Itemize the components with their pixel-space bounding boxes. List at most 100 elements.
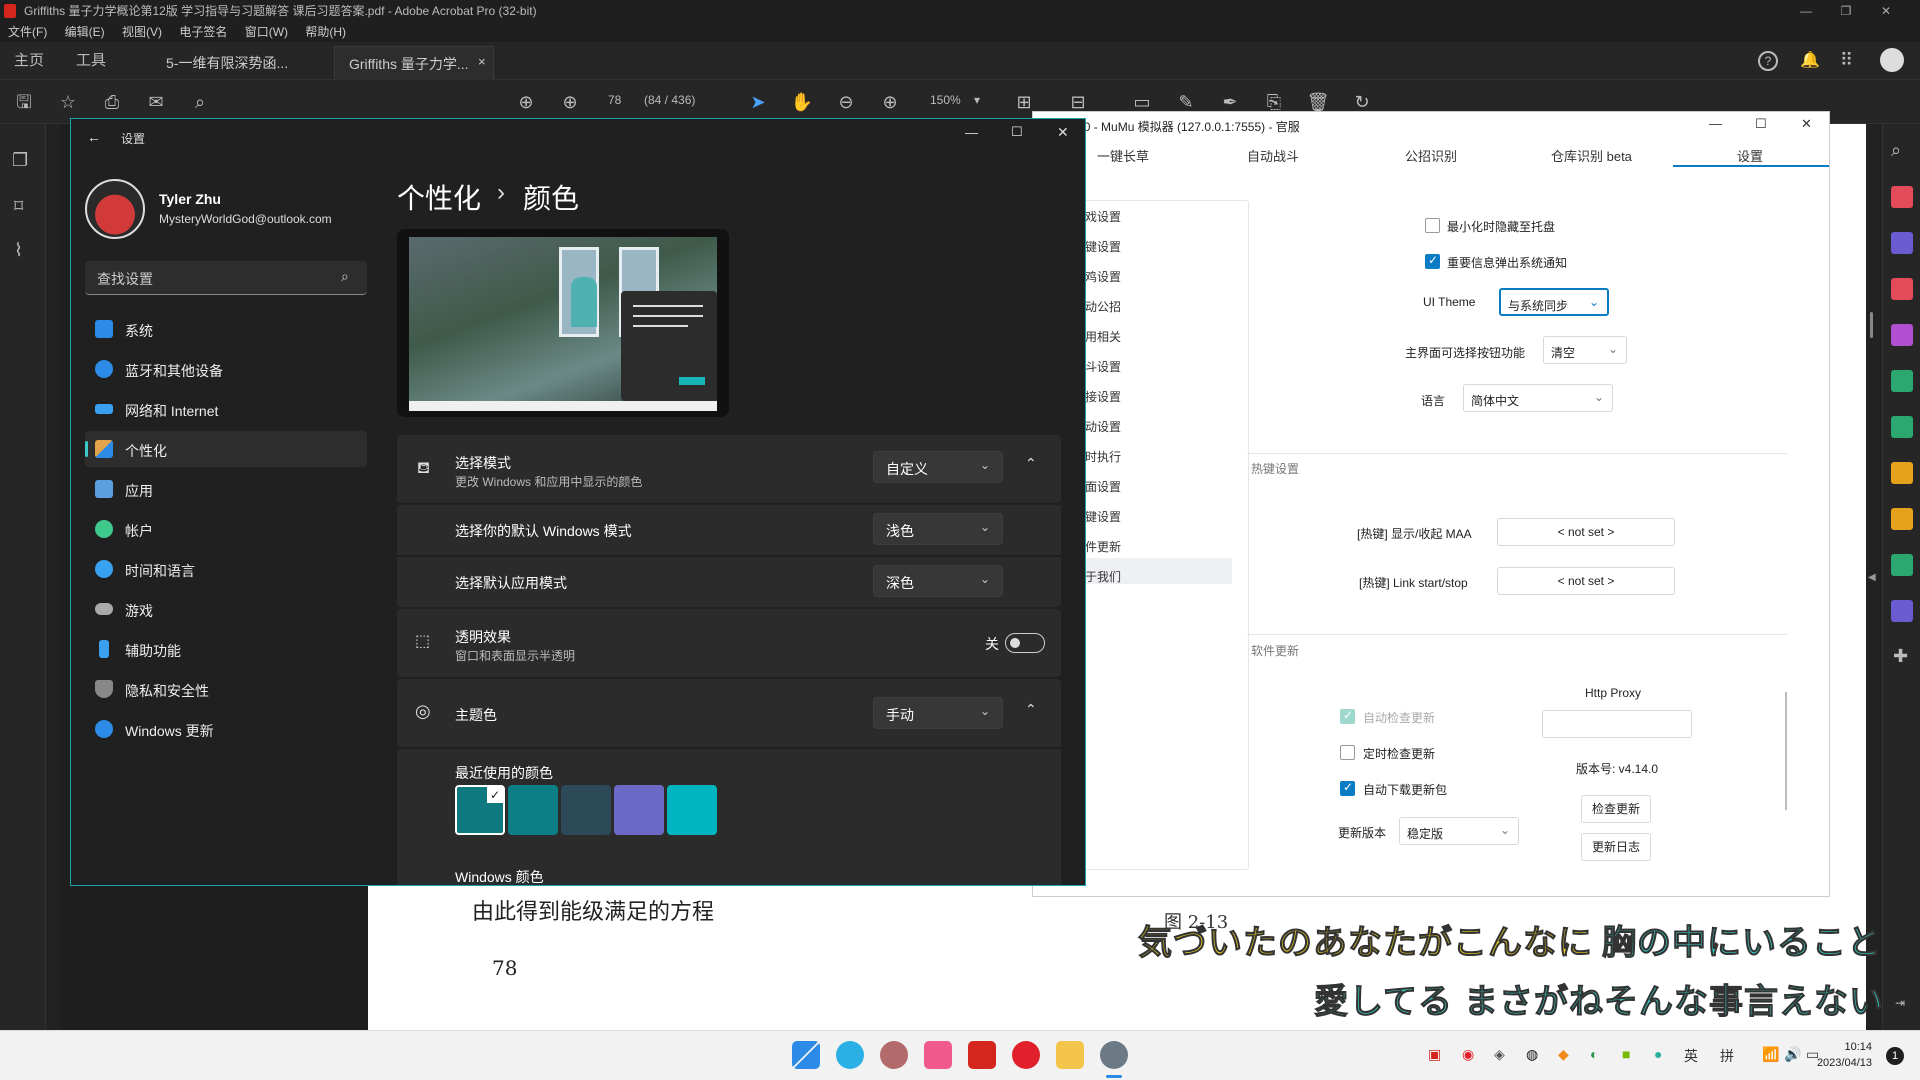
ui-theme-select[interactable]: 与系统同步 ⌄ [1499, 288, 1609, 316]
windows-mode-select[interactable]: 浅色 ⌄ [873, 513, 1003, 545]
menu-edit[interactable]: 编辑(E) [65, 25, 105, 39]
pages-icon[interactable]: ❐ [12, 150, 28, 171]
clock-time[interactable]: 10:14 [1818, 1041, 1872, 1053]
protect-icon[interactable] [1891, 600, 1913, 622]
menu-window[interactable]: 窗口(W) [245, 25, 288, 39]
close-icon[interactable]: ✕ [1866, 0, 1906, 22]
sidebar-item-accessibility[interactable]: 辅助功能 [85, 631, 367, 667]
tray-netease-icon[interactable]: ◉ [1462, 1046, 1474, 1063]
scrollbar-thumb[interactable] [1870, 312, 1873, 338]
menu-esign[interactable]: 电子签名 [179, 25, 227, 39]
zoom-out-icon[interactable]: ⊖ [834, 90, 858, 114]
tray-nvidia-icon[interactable]: ■ [1622, 1046, 1630, 1062]
tab-doc-1[interactable]: 5-一维有限深势函... [152, 46, 316, 80]
settings-maximize-icon[interactable]: ☐ [1011, 124, 1023, 140]
settings-minimize-icon[interactable]: — [965, 125, 978, 140]
maa-side-item[interactable]: 键设置 [1085, 508, 1121, 525]
fill-sign-icon[interactable] [1891, 324, 1913, 346]
maa-tab-depot[interactable]: 仓库识别 beta [1551, 146, 1632, 165]
maa-side-item[interactable]: 于我们 [1085, 568, 1121, 585]
maximize-icon[interactable]: ❐ [1826, 0, 1866, 22]
sidebar-item-privacy[interactable]: 隐私和安全性 [85, 671, 367, 707]
save-icon[interactable]: 🖫 [12, 90, 36, 114]
ime-mode-1[interactable]: 英 [1684, 1046, 1698, 1066]
bell-icon[interactable]: 🔔 [1800, 50, 1820, 70]
sidebar-item-system[interactable]: 系统 [85, 311, 367, 347]
app-weather-icon[interactable] [836, 1041, 864, 1069]
color-swatch[interactable] [561, 785, 611, 835]
menu-view[interactable]: 视图(V) [122, 25, 162, 39]
tray-maa-icon[interactable]: ◈ [1494, 1046, 1505, 1063]
app-acrobat-icon[interactable] [968, 1041, 996, 1069]
attachment-icon[interactable]: ⌇ [14, 240, 23, 261]
organize-pages-icon[interactable] [1891, 278, 1913, 300]
sidebar-item-bluetooth[interactable]: 蓝牙和其他设备 [85, 351, 367, 387]
comment-tool-icon[interactable] [1891, 508, 1913, 530]
tray-qq-icon[interactable]: ◍ [1526, 1046, 1538, 1063]
apps-grid-icon[interactable]: ⠿ [1840, 50, 1853, 71]
convert-icon[interactable] [1891, 462, 1913, 484]
proxy-input[interactable] [1542, 710, 1692, 738]
tab-tools[interactable]: 工具 [62, 42, 120, 80]
avatar[interactable] [1880, 48, 1904, 72]
check-update-button[interactable]: 检查更新 [1581, 795, 1651, 823]
auto-check-checkbox[interactable] [1340, 708, 1355, 724]
ime-mode-2[interactable]: 拼 [1720, 1046, 1734, 1066]
update-log-button[interactable]: 更新日志 [1581, 833, 1651, 861]
maa-side-item[interactable]: 键设置 [1085, 238, 1121, 255]
start-windows-icon[interactable] [792, 1041, 820, 1069]
print-icon[interactable]: ⎙ [100, 90, 124, 114]
zoom-search-icon[interactable]: ⌕ [1891, 140, 1901, 161]
auto-download-checkbox[interactable] [1340, 780, 1355, 796]
maa-side-item[interactable]: 戏设置 [1085, 208, 1121, 225]
tray-bilibili-icon[interactable]: ▣ [1428, 1046, 1441, 1063]
notification-badge[interactable]: 1 [1886, 1047, 1904, 1065]
selectable-select[interactable]: 清空 ⌄ [1543, 336, 1627, 364]
chevron-up-icon[interactable]: ⌃ [1025, 701, 1037, 718]
maa-side-item[interactable]: 面设置 [1085, 478, 1121, 495]
maa-side-item[interactable]: 时执行 [1085, 448, 1121, 465]
sidebar-item-network[interactable]: 网络和 Internet [85, 391, 367, 427]
transparency-toggle[interactable] [1005, 633, 1045, 653]
expand-rail-icon[interactable]: ⇥ [1895, 996, 1905, 1010]
menu-file[interactable]: 文件(F) [8, 25, 47, 39]
tray-security-icon[interactable]: ◐ [1590, 1046, 1598, 1062]
collapse-right-icon[interactable]: ◀ [1868, 572, 1876, 583]
export-pdf-icon[interactable] [1891, 186, 1913, 208]
app-maa-icon[interactable] [880, 1041, 908, 1069]
search-input[interactable]: 查找设置 ⌕ [85, 261, 367, 295]
wifi-icon[interactable]: 📶 [1762, 1046, 1779, 1063]
maa-tab-farm[interactable]: 一键长草 [1097, 146, 1149, 165]
app-file-explorer-icon[interactable] [1056, 1041, 1084, 1069]
maa-side-item[interactable]: 接设置 [1085, 388, 1121, 405]
compress-icon[interactable] [1891, 416, 1913, 438]
update-version-select[interactable]: 稳定版 ⌄ [1399, 817, 1519, 845]
mail-icon[interactable]: ✉ [144, 90, 168, 114]
sidebar-item-personalization[interactable]: 个性化 [85, 431, 367, 467]
color-swatch[interactable] [667, 785, 717, 835]
star-icon[interactable]: ☆ [56, 90, 80, 114]
color-swatch[interactable] [614, 785, 664, 835]
back-arrow-icon[interactable]: ← [87, 129, 101, 145]
maa-tab-settings[interactable]: 设置 [1737, 146, 1763, 165]
page-down-icon[interactable]: ⊕ [558, 90, 582, 114]
app-netease-music-icon[interactable] [1012, 1041, 1040, 1069]
color-swatch[interactable] [508, 785, 558, 835]
maa-side-item[interactable]: 动设置 [1085, 418, 1121, 435]
create-pdf-icon[interactable] [1891, 232, 1913, 254]
search-icon[interactable]: ⌕ [188, 90, 212, 114]
minimize-tray-checkbox[interactable] [1425, 218, 1440, 233]
maa-tab-recruit[interactable]: 公招识别 [1405, 146, 1457, 165]
hand-icon[interactable]: ✋ [790, 90, 814, 114]
mode-select[interactable]: 自定义 ⌄ [873, 451, 1003, 483]
more-tools-icon[interactable]: ✚ [1893, 646, 1908, 667]
edit-pdf-icon[interactable] [1891, 370, 1913, 392]
notify-checkbox[interactable] [1425, 253, 1440, 269]
tray-app-icon[interactable]: ◆ [1558, 1046, 1569, 1063]
sidebar-item-time-language[interactable]: 时间和语言 [85, 551, 367, 587]
settings-close-icon[interactable]: ✕ [1057, 124, 1069, 141]
maa-side-item[interactable]: 鸡设置 [1085, 268, 1121, 285]
page-number-input[interactable]: 78 [608, 93, 621, 107]
maa-maximize-icon[interactable]: ☐ [1755, 116, 1767, 132]
app-mode-select[interactable]: 深色 ⌄ [873, 565, 1003, 597]
